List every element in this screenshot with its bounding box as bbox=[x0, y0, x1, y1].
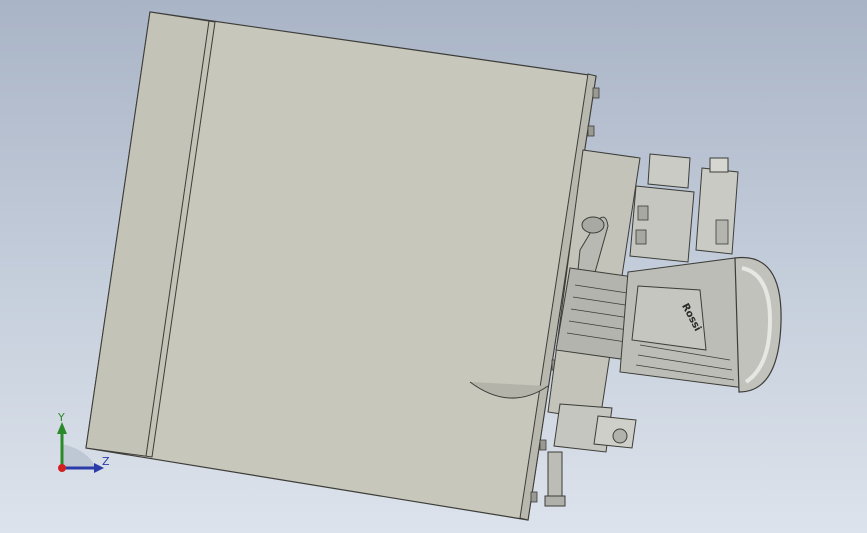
valve-port-2 bbox=[635, 229, 647, 245]
solenoid-top-cap bbox=[709, 157, 729, 173]
gauge-fitting bbox=[647, 153, 691, 189]
model-scene[interactable] bbox=[0, 0, 867, 533]
solenoid-connector bbox=[715, 219, 729, 245]
lower-port-circle bbox=[612, 428, 628, 444]
valve-port-1 bbox=[637, 205, 649, 221]
triad-plane-shading bbox=[62, 444, 96, 468]
coordinate-triad: Y Z bbox=[48, 410, 118, 480]
pipe-elbow-opening bbox=[581, 216, 605, 234]
valve-block bbox=[629, 185, 695, 263]
graphics-viewport[interactable]: Rossi Y Z bbox=[0, 0, 867, 533]
drain-fitting bbox=[544, 495, 566, 507]
triad-y-label: Y bbox=[58, 411, 65, 424]
triad-z-label: Z bbox=[102, 455, 110, 468]
triad-origin bbox=[58, 464, 66, 472]
drain-pipe bbox=[547, 451, 563, 501]
